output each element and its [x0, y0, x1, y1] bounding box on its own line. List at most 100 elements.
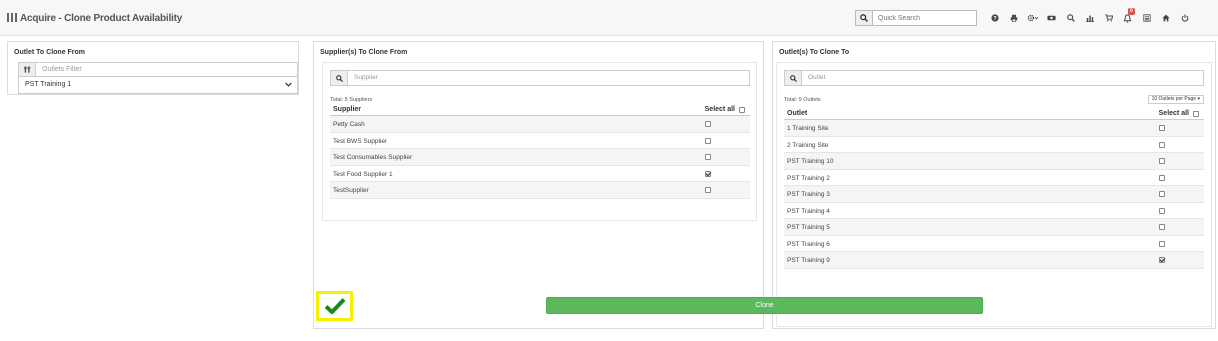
quick-search	[855, 10, 977, 26]
chevron-down-icon	[285, 82, 292, 87]
supplier-row-checkbox[interactable]	[705, 137, 711, 144]
outlets-to-panel: Outlet(s) To Clone To Outlet Total: 9 Ou…	[772, 41, 1216, 329]
app-logo-icon	[7, 13, 17, 22]
outlet-row-name: 2 Training Site	[787, 141, 829, 149]
outlet-row: 2 Training Site	[784, 137, 1204, 153]
suppliers-title: Supplier(s) To Clone From	[320, 49, 408, 56]
select-all-label: Select all	[704, 106, 735, 113]
outlets-table-header: Outlet Select all	[784, 107, 1204, 120]
outlet-column-header: Outlet	[787, 110, 808, 117]
outlet-from-panel: Outlet To Clone From Outlets Filter PST …	[7, 41, 299, 95]
supplier-row-name: Petty Cash	[333, 121, 365, 128]
supplier-row-checkbox[interactable]	[705, 121, 711, 127]
outlet-from-title: Outlet To Clone From	[14, 49, 86, 56]
outlet-row-name: PST Training 9	[787, 257, 830, 264]
supplier-search[interactable]: Supplier	[330, 70, 750, 86]
supplier-row: Test BWS Supplier	[330, 133, 750, 149]
outlet-row: PST Training 5	[784, 219, 1204, 236]
supplier-row-name: Test BWS Supplier	[333, 137, 388, 145]
quick-search-input[interactable]	[872, 10, 977, 26]
outlets-table: Outlet Select all 1 Training Site 2 Train…	[784, 107, 1204, 269]
notification-badge: 0	[1128, 8, 1135, 15]
outlet-row: PST Training 4	[784, 203, 1204, 219]
outlet-row: 1 Training Site	[784, 120, 1204, 137]
supplier-row-name: TestSupplier	[333, 187, 369, 194]
supplier-search-placeholder: Supplier	[354, 74, 378, 81]
chart-icon[interactable]	[1080, 10, 1099, 26]
search-icon	[331, 71, 348, 85]
list-icon[interactable]	[1137, 10, 1156, 26]
app-title-text: Acquire - Clone Product Availability	[20, 13, 183, 24]
outlet-row: PST Training 9	[784, 252, 1204, 269]
outlet-row-checkbox[interactable]	[1159, 174, 1165, 181]
suppliers-panel: Supplier(s) To Clone From Supplier Total…	[313, 41, 764, 329]
outlet-row: PST Training 6	[784, 236, 1204, 252]
select-all-label: Select all	[1158, 110, 1189, 117]
supplier-row-name: Test Consumables Supplier	[333, 154, 413, 161]
outlets-total: Total: 9 Outlets	[784, 97, 821, 103]
outlet-row-checkbox[interactable]	[1159, 141, 1165, 148]
outlet-row-name: PST Training 10	[787, 158, 834, 165]
home-icon[interactable]	[1156, 10, 1175, 26]
top-bar: Acquire - Clone Product Availability ? 0	[0, 0, 1218, 36]
outlet-search[interactable]: Outlet	[784, 70, 1204, 86]
outlet-row-checkbox[interactable]	[1159, 191, 1165, 197]
app-title: Acquire - Clone Product Availability	[7, 13, 182, 24]
search-button[interactable]	[855, 10, 872, 26]
outlet-row-name: PST Training 4	[787, 207, 830, 215]
outlet-row-checkbox[interactable]	[1159, 240, 1165, 247]
search-icon	[860, 14, 868, 22]
outlet-row-checkbox[interactable]	[1159, 158, 1165, 164]
help-icon[interactable]: ?	[985, 10, 1004, 26]
outlet-row-name: PST Training 2	[787, 174, 830, 182]
outlet-row: PST Training 2	[784, 170, 1204, 186]
outlet-row: PST Training 10	[784, 153, 1204, 170]
suppliers-table-header: Supplier Select all	[330, 103, 750, 116]
outlet-row-checkbox[interactable]	[1159, 224, 1165, 230]
outlet-from-select[interactable]: PST Training 1	[18, 77, 298, 94]
suppliers-list-box: Supplier Total: 5 Suppliers Supplier Sel…	[322, 62, 757, 221]
supplier-row-name: Test Food Supplier 1	[333, 170, 393, 178]
per-page-value: 10 Outlets per Page	[1151, 96, 1197, 102]
toolbar-icons: ? 0	[985, 8, 1194, 26]
suppliers-table: Supplier Select all Petty Cash Test BWS S…	[330, 103, 750, 199]
select-all-outlets-checkbox[interactable]	[1193, 111, 1199, 117]
clone-button[interactable]: Clone	[546, 297, 983, 314]
outlets-filter[interactable]: Outlets Filter	[18, 62, 298, 77]
outlet-row-checkbox[interactable]	[1159, 207, 1165, 214]
settings-icon[interactable]	[1023, 10, 1042, 26]
per-page-select[interactable]: 10 Outlets per Page ▾	[1147, 95, 1204, 104]
print-icon[interactable]	[1004, 10, 1023, 26]
outlet-row-checkbox[interactable]	[1159, 257, 1165, 263]
search-icon	[785, 71, 802, 85]
outlets-to-title: Outlet(s) To Clone To	[779, 49, 850, 56]
outlet-search-placeholder: Outlet	[808, 74, 826, 81]
outlet-row-name: 1 Training Site	[787, 125, 829, 132]
filter-icon	[19, 63, 36, 76]
cart-icon[interactable]	[1099, 10, 1118, 26]
select-all-suppliers-checkbox[interactable]	[739, 107, 745, 113]
outlets-filter-placeholder: Outlets Filter	[42, 66, 82, 73]
outlet-row-checkbox[interactable]	[1159, 125, 1165, 131]
supplier-row: Test Consumables Supplier	[330, 149, 750, 166]
outlets-list-box: Outlet Total: 9 Outlets 10 Outlets per P…	[776, 62, 1212, 327]
supplier-row-checkbox[interactable]	[705, 187, 711, 193]
checkmark-icon	[324, 298, 345, 314]
outlet-row-name: PST Training 3	[787, 191, 830, 198]
supplier-row-checkbox[interactable]	[705, 154, 711, 160]
svg-text:?: ?	[993, 16, 997, 22]
video-icon[interactable]	[1042, 10, 1061, 26]
confirm-check[interactable]	[316, 291, 353, 321]
supplier-row: TestSupplier	[330, 182, 750, 199]
power-icon[interactable]	[1175, 10, 1194, 26]
supplier-column-header: Supplier	[333, 106, 362, 113]
outlet-row-name: PST Training 6	[787, 240, 830, 248]
outlet-row-name: PST Training 5	[787, 224, 830, 231]
notifications-icon[interactable]: 0	[1118, 8, 1137, 26]
outlet-row: PST Training 3	[784, 186, 1204, 203]
supplier-row: Test Food Supplier 1	[330, 166, 750, 182]
supplier-row-checkbox[interactable]	[705, 170, 711, 177]
outlet-from-selected: PST Training 1	[25, 81, 72, 88]
supplier-row: Petty Cash	[330, 116, 750, 133]
search-icon[interactable]	[1061, 10, 1080, 26]
